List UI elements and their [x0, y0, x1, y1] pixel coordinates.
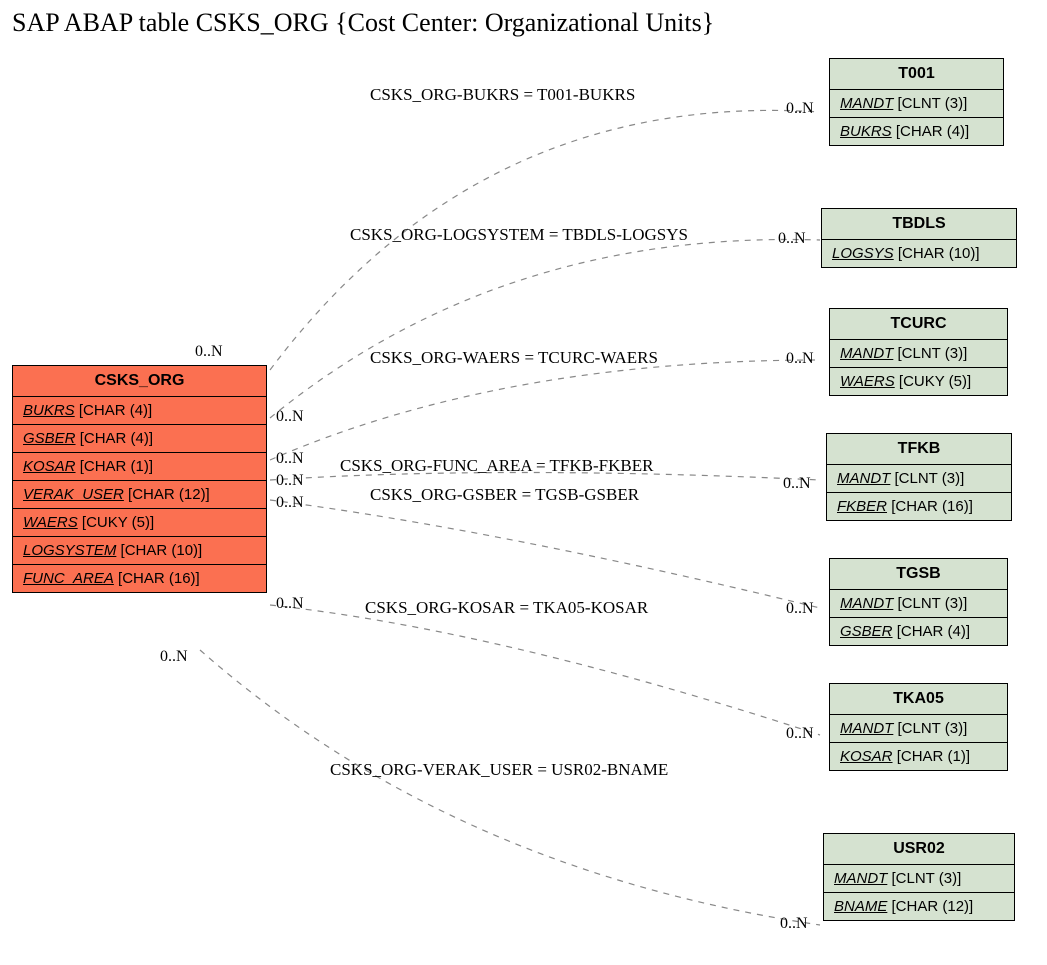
field-row: BUKRS [CHAR (4)]: [830, 118, 1003, 145]
field-row: LOGSYSTEM [CHAR (10)]: [13, 537, 266, 565]
field-row: MANDT [CLNT (3)]: [830, 340, 1007, 368]
cardinality-label: 0..N: [786, 600, 814, 618]
entity-header: T001: [830, 59, 1003, 90]
field-row: VERAK_USER [CHAR (12)]: [13, 481, 266, 509]
cardinality-label: 0..N: [783, 475, 811, 493]
field-row: KOSAR [CHAR (1)]: [13, 453, 266, 481]
field-row: BNAME [CHAR (12)]: [824, 893, 1014, 920]
field-row: GSBER [CHAR (4)]: [13, 425, 266, 453]
entity-tbdls: TBDLS LOGSYS [CHAR (10)]: [821, 208, 1017, 268]
cardinality-label: 0..N: [276, 472, 304, 490]
field-row: LOGSYS [CHAR (10)]: [822, 240, 1016, 267]
field-row: KOSAR [CHAR (1)]: [830, 743, 1007, 770]
relation-label: CSKS_ORG-KOSAR = TKA05-KOSAR: [365, 598, 648, 618]
entity-csks-org: CSKS_ORG BUKRS [CHAR (4)] GSBER [CHAR (4…: [12, 365, 267, 593]
entity-header: TFKB: [827, 434, 1011, 465]
field-row: FKBER [CHAR (16)]: [827, 493, 1011, 520]
relation-label: CSKS_ORG-VERAK_USER = USR02-BNAME: [330, 760, 668, 780]
cardinality-label: 0..N: [276, 494, 304, 512]
cardinality-label: 0..N: [276, 408, 304, 426]
relation-label: CSKS_ORG-WAERS = TCURC-WAERS: [370, 348, 658, 368]
relation-label: CSKS_ORG-LOGSYSTEM = TBDLS-LOGSYS: [350, 225, 688, 245]
cardinality-label: 0..N: [778, 230, 806, 248]
field-row: FUNC_AREA [CHAR (16)]: [13, 565, 266, 592]
entity-header: USR02: [824, 834, 1014, 865]
field-row: MANDT [CLNT (3)]: [824, 865, 1014, 893]
cardinality-label: 0..N: [786, 725, 814, 743]
cardinality-label: 0..N: [786, 350, 814, 368]
field-row: WAERS [CUKY (5)]: [13, 509, 266, 537]
cardinality-label: 0..N: [276, 595, 304, 613]
entity-tfkb: TFKB MANDT [CLNT (3)] FKBER [CHAR (16)]: [826, 433, 1012, 521]
relation-label: CSKS_ORG-FUNC_AREA = TFKB-FKBER: [340, 456, 653, 476]
entity-tka05: TKA05 MANDT [CLNT (3)] KOSAR [CHAR (1)]: [829, 683, 1008, 771]
field-row: BUKRS [CHAR (4)]: [13, 397, 266, 425]
field-row: MANDT [CLNT (3)]: [830, 590, 1007, 618]
entity-usr02: USR02 MANDT [CLNT (3)] BNAME [CHAR (12)]: [823, 833, 1015, 921]
field-row: WAERS [CUKY (5)]: [830, 368, 1007, 395]
entity-header: TKA05: [830, 684, 1007, 715]
cardinality-label: 0..N: [276, 450, 304, 468]
relation-label: CSKS_ORG-BUKRS = T001-BUKRS: [370, 85, 635, 105]
diagram-title: SAP ABAP table CSKS_ORG {Cost Center: Or…: [12, 8, 714, 38]
entity-tgsb: TGSB MANDT [CLNT (3)] GSBER [CHAR (4)]: [829, 558, 1008, 646]
entity-header: TBDLS: [822, 209, 1016, 240]
relation-label: CSKS_ORG-GSBER = TGSB-GSBER: [370, 485, 639, 505]
entity-header: TGSB: [830, 559, 1007, 590]
cardinality-label: 0..N: [786, 100, 814, 118]
field-row: MANDT [CLNT (3)]: [830, 715, 1007, 743]
cardinality-label: 0..N: [780, 915, 808, 933]
field-row: GSBER [CHAR (4)]: [830, 618, 1007, 645]
field-row: MANDT [CLNT (3)]: [827, 465, 1011, 493]
entity-header: TCURC: [830, 309, 1007, 340]
cardinality-label: 0..N: [160, 648, 188, 666]
entity-tcurc: TCURC MANDT [CLNT (3)] WAERS [CUKY (5)]: [829, 308, 1008, 396]
cardinality-label: 0..N: [195, 343, 223, 361]
field-row: MANDT [CLNT (3)]: [830, 90, 1003, 118]
entity-header: CSKS_ORG: [13, 366, 266, 397]
entity-t001: T001 MANDT [CLNT (3)] BUKRS [CHAR (4)]: [829, 58, 1004, 146]
